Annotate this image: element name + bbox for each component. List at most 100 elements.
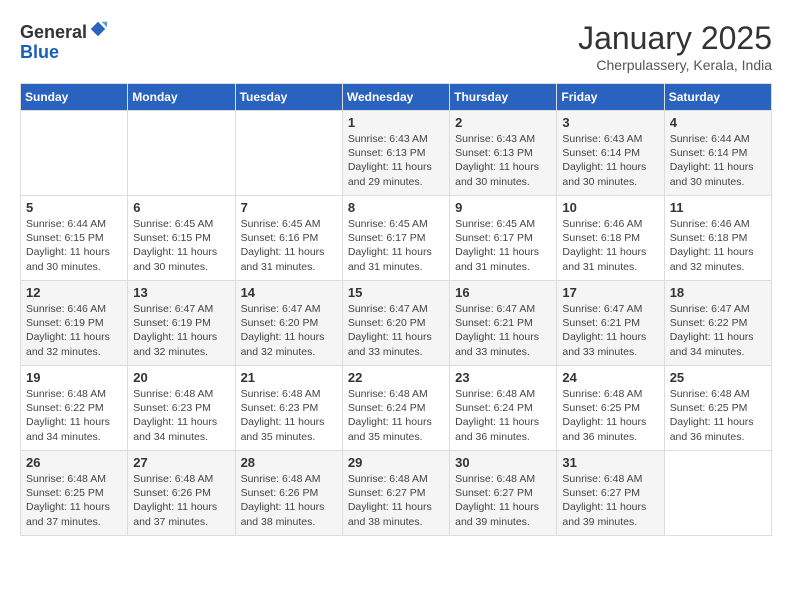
calendar-cell: 15Sunrise: 6:47 AM Sunset: 6:20 PM Dayli…: [342, 281, 449, 366]
calendar-cell: 18 Sunrise: 6:47 AM Sunset: 6:22 PM Dayli…: [664, 281, 771, 366]
day-number: 25: [670, 370, 766, 385]
calendar-cell: 22 Sunrise: 6:48 AM Sunset: 6:24 PM Dayli…: [342, 366, 449, 451]
day-number: 12: [26, 285, 122, 300]
calendar-cell: 25 Sunrise: 6:48 AM Sunset: 6:25 PM Dayli…: [664, 366, 771, 451]
title-section: January 2025 Cherpulassery, Kerala, Indi…: [578, 20, 772, 73]
calendar-cell: 1 Sunrise: 6:43 AM Sunset: 6:13 PM Daylig…: [342, 111, 449, 196]
day-info: Sunrise: 6:45 AM Sunset: 6:17 PM Dayligh…: [348, 217, 444, 274]
weekday-header-monday: Monday: [128, 84, 235, 111]
day-info: Sunrise: 6:48 AM Sunset: 6:24 PM Dayligh…: [455, 387, 551, 444]
day-info: Sunrise: 6:48 AM Sunset: 6:26 PM Dayligh…: [133, 472, 229, 529]
calendar-cell: 26 Sunrise: 6:48 AM Sunset: 6:25 PM Dayli…: [21, 451, 128, 536]
calendar-cell: 14 Sunrise: 6:47 AM Sunset: 6:20 PM Dayli…: [235, 281, 342, 366]
day-number: 13: [133, 285, 229, 300]
calendar-cell: 21 Sunrise: 6:48 AM Sunset: 6:23 PM Dayli…: [235, 366, 342, 451]
calendar-cell: [21, 111, 128, 196]
day-info: Sunrise: 6:44 AM Sunset: 6:14 PM Dayligh…: [670, 132, 766, 189]
calendar-cell: 8 Sunrise: 6:45 AM Sunset: 6:17 PM Daylig…: [342, 196, 449, 281]
weekday-header-thursday: Thursday: [450, 84, 557, 111]
day-info: Sunrise: 6:48 AM Sunset: 6:27 PM Dayligh…: [562, 472, 658, 529]
day-info: Sunrise: 6:43 AM Sunset: 6:13 PM Dayligh…: [348, 132, 444, 189]
calendar-body: 1 Sunrise: 6:43 AM Sunset: 6:13 PM Daylig…: [21, 111, 772, 536]
calendar-cell: 2 Sunrise: 6:43 AM Sunset: 6:13 PM Daylig…: [450, 111, 557, 196]
weekday-header-tuesday: Tuesday: [235, 84, 342, 111]
day-info: Sunrise: 6:48 AM Sunset: 6:22 PM Dayligh…: [26, 387, 122, 444]
calendar-cell: [235, 111, 342, 196]
day-number: 18: [670, 285, 766, 300]
calendar-cell: 24Sunrise: 6:48 AM Sunset: 6:25 PM Dayli…: [557, 366, 664, 451]
day-number: 7: [241, 200, 337, 215]
day-info: Sunrise: 6:48 AM Sunset: 6:24 PM Dayligh…: [348, 387, 444, 444]
calendar-table: SundayMondayTuesdayWednesdayThursdayFrid…: [20, 83, 772, 536]
day-number: 20: [133, 370, 229, 385]
calendar-cell: 28Sunrise: 6:48 AM Sunset: 6:26 PM Dayli…: [235, 451, 342, 536]
calendar-cell: 30 Sunrise: 6:48 AM Sunset: 6:27 PM Dayli…: [450, 451, 557, 536]
day-number: 16: [455, 285, 551, 300]
day-info: Sunrise: 6:48 AM Sunset: 6:27 PM Dayligh…: [348, 472, 444, 529]
day-number: 27: [133, 455, 229, 470]
day-number: 3: [562, 115, 658, 130]
day-number: 8: [348, 200, 444, 215]
day-number: 14: [241, 285, 337, 300]
day-info: Sunrise: 6:48 AM Sunset: 6:25 PM Dayligh…: [670, 387, 766, 444]
calendar-cell: 31 Sunrise: 6:48 AM Sunset: 6:27 PM Dayli…: [557, 451, 664, 536]
day-number: 17: [562, 285, 658, 300]
day-info: Sunrise: 6:46 AM Sunset: 6:18 PM Dayligh…: [562, 217, 658, 274]
calendar-week-3: 12 Sunrise: 6:46 AM Sunset: 6:19 PM Dayli…: [21, 281, 772, 366]
day-info: Sunrise: 6:48 AM Sunset: 6:25 PM Dayligh…: [26, 472, 122, 529]
day-number: 28: [241, 455, 337, 470]
day-info: Sunrise: 6:48 AM Sunset: 6:23 PM Dayligh…: [133, 387, 229, 444]
day-number: 21: [241, 370, 337, 385]
calendar-cell: 12 Sunrise: 6:46 AM Sunset: 6:19 PM Dayli…: [21, 281, 128, 366]
day-info: Sunrise: 6:46 AM Sunset: 6:19 PM Dayligh…: [26, 302, 122, 359]
calendar-cell: 6Sunrise: 6:45 AM Sunset: 6:15 PM Daylig…: [128, 196, 235, 281]
calendar-cell: 10 Sunrise: 6:46 AM Sunset: 6:18 PM Dayli…: [557, 196, 664, 281]
weekday-header-saturday: Saturday: [664, 84, 771, 111]
day-number: 30: [455, 455, 551, 470]
calendar-cell: 19 Sunrise: 6:48 AM Sunset: 6:22 PM Dayli…: [21, 366, 128, 451]
day-info: Sunrise: 6:44 AM Sunset: 6:15 PM Dayligh…: [26, 217, 122, 274]
day-number: 11: [670, 200, 766, 215]
calendar-cell: 17Sunrise: 6:47 AM Sunset: 6:21 PM Dayli…: [557, 281, 664, 366]
day-number: 24: [562, 370, 658, 385]
calendar-cell: 9Sunrise: 6:45 AM Sunset: 6:17 PM Daylig…: [450, 196, 557, 281]
calendar-cell: 27 Sunrise: 6:48 AM Sunset: 6:26 PM Dayli…: [128, 451, 235, 536]
logo-icon: [89, 20, 107, 38]
calendar-cell: 7 Sunrise: 6:45 AM Sunset: 6:16 PM Daylig…: [235, 196, 342, 281]
weekday-header-row: SundayMondayTuesdayWednesdayThursdayFrid…: [21, 84, 772, 111]
calendar-cell: 13 Sunrise: 6:47 AM Sunset: 6:19 PM Dayli…: [128, 281, 235, 366]
calendar-cell: 5 Sunrise: 6:44 AM Sunset: 6:15 PM Daylig…: [21, 196, 128, 281]
calendar-week-2: 5 Sunrise: 6:44 AM Sunset: 6:15 PM Daylig…: [21, 196, 772, 281]
day-number: 23: [455, 370, 551, 385]
day-number: 5: [26, 200, 122, 215]
day-number: 1: [348, 115, 444, 130]
day-number: 26: [26, 455, 122, 470]
day-number: 31: [562, 455, 658, 470]
day-number: 4: [670, 115, 766, 130]
day-info: Sunrise: 6:47 AM Sunset: 6:20 PM Dayligh…: [241, 302, 337, 359]
day-number: 19: [26, 370, 122, 385]
day-number: 10: [562, 200, 658, 215]
day-number: 22: [348, 370, 444, 385]
day-info: Sunrise: 6:47 AM Sunset: 6:19 PM Dayligh…: [133, 302, 229, 359]
day-info: Sunrise: 6:48 AM Sunset: 6:23 PM Dayligh…: [241, 387, 337, 444]
day-info: Sunrise: 6:45 AM Sunset: 6:17 PM Dayligh…: [455, 217, 551, 274]
weekday-header-friday: Friday: [557, 84, 664, 111]
calendar-week-4: 19 Sunrise: 6:48 AM Sunset: 6:22 PM Dayli…: [21, 366, 772, 451]
logo-general: General: [20, 22, 87, 42]
weekday-header-sunday: Sunday: [21, 84, 128, 111]
day-info: Sunrise: 6:43 AM Sunset: 6:13 PM Dayligh…: [455, 132, 551, 189]
day-info: Sunrise: 6:46 AM Sunset: 6:18 PM Dayligh…: [670, 217, 766, 274]
calendar-cell: 23 Sunrise: 6:48 AM Sunset: 6:24 PM Dayli…: [450, 366, 557, 451]
day-info: Sunrise: 6:47 AM Sunset: 6:21 PM Dayligh…: [455, 302, 551, 359]
day-number: 2: [455, 115, 551, 130]
day-info: Sunrise: 6:47 AM Sunset: 6:22 PM Dayligh…: [670, 302, 766, 359]
calendar-cell: 4 Sunrise: 6:44 AM Sunset: 6:14 PM Daylig…: [664, 111, 771, 196]
calendar-cell: 3Sunrise: 6:43 AM Sunset: 6:14 PM Daylig…: [557, 111, 664, 196]
weekday-header-wednesday: Wednesday: [342, 84, 449, 111]
day-info: Sunrise: 6:48 AM Sunset: 6:27 PM Dayligh…: [455, 472, 551, 529]
calendar-cell: 20 Sunrise: 6:48 AM Sunset: 6:23 PM Dayli…: [128, 366, 235, 451]
day-info: Sunrise: 6:47 AM Sunset: 6:20 PM Dayligh…: [348, 302, 444, 359]
day-info: Sunrise: 6:45 AM Sunset: 6:16 PM Dayligh…: [241, 217, 337, 274]
location-subtitle: Cherpulassery, Kerala, India: [578, 57, 772, 73]
